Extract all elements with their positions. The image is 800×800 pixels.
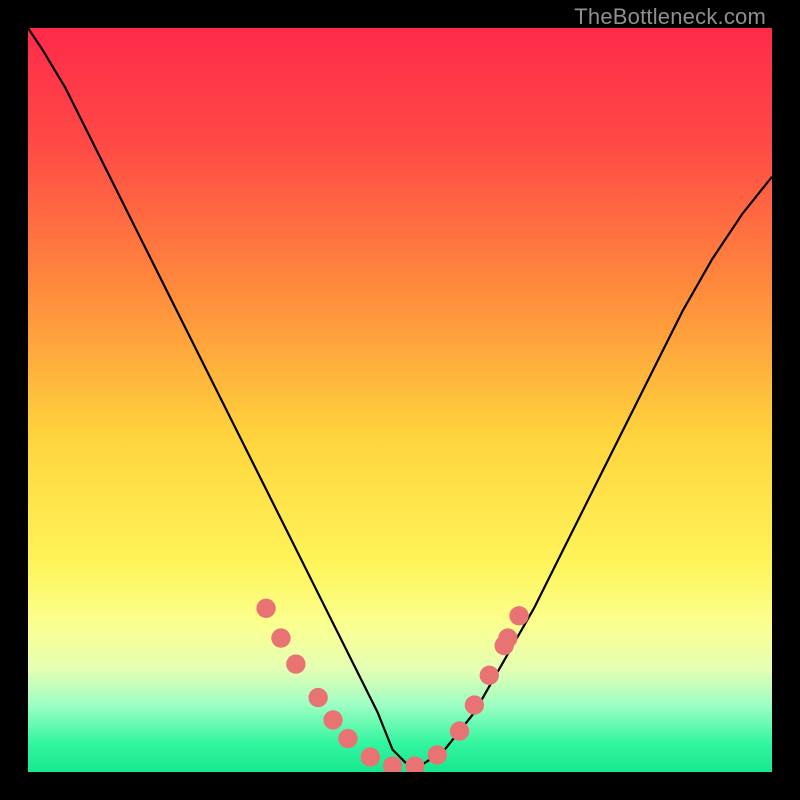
marker-dot [286, 654, 305, 673]
watermark-text: TheBottleneck.com [574, 4, 766, 30]
plot-area [28, 28, 772, 772]
marker-dot [465, 695, 484, 714]
marker-dot [271, 628, 290, 647]
gradient-background [28, 28, 772, 772]
bottleneck-chart [28, 28, 772, 772]
marker-dot [308, 688, 327, 707]
marker-dot [450, 721, 469, 740]
marker-dot [498, 628, 517, 647]
marker-dot [256, 599, 275, 618]
marker-dot [361, 747, 380, 766]
marker-dot [338, 729, 357, 748]
marker-dot [323, 710, 342, 729]
chart-frame [28, 28, 772, 772]
marker-dot [480, 666, 499, 685]
marker-dot [509, 606, 528, 625]
marker-dot [428, 745, 447, 764]
